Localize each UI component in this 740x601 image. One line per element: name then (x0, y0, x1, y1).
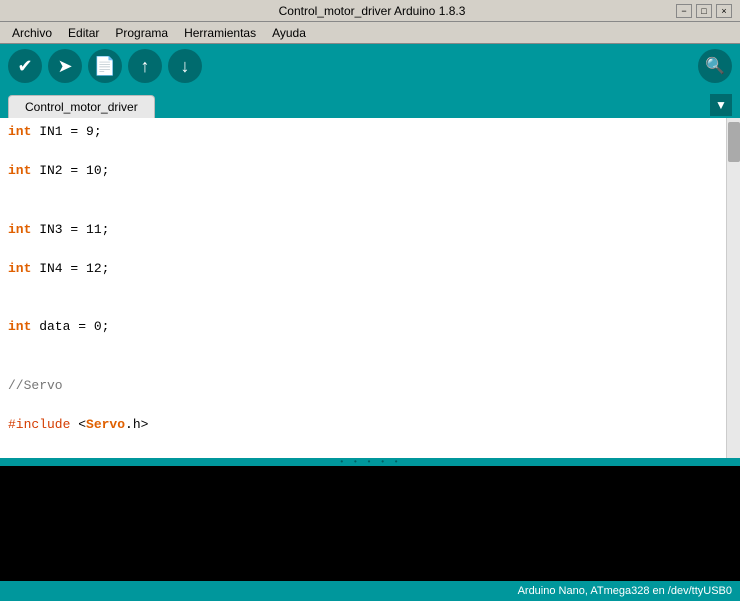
menu-herramientas[interactable]: Herramientas (176, 24, 264, 42)
tab-bar: Control_motor_driver ▼ (0, 88, 740, 118)
upload-button[interactable]: ➤ (48, 49, 82, 83)
status-bar: Arduino Nano, ATmega328 en /dev/ttyUSB0 (0, 581, 740, 601)
new-button[interactable]: 📄 (88, 49, 122, 83)
editor-wrapper: int IN1 = 9; int IN2 = 10; int IN3 = 11;… (0, 118, 740, 458)
title-bar: Control_motor_driver Arduino 1.8.3 − □ × (0, 0, 740, 22)
code-editor[interactable]: int IN1 = 9; int IN2 = 10; int IN3 = 11;… (0, 118, 726, 458)
verify-button[interactable]: ✔ (8, 49, 42, 83)
menu-ayuda[interactable]: Ayuda (264, 24, 314, 42)
tab-dropdown-button[interactable]: ▼ (710, 94, 732, 116)
editor-console-divider[interactable]: • • • • • (0, 458, 740, 466)
open-button[interactable]: ↑ (128, 49, 162, 83)
window-title: Control_motor_driver Arduino 1.8.3 (68, 4, 676, 18)
save-button[interactable]: ↓ (168, 49, 202, 83)
serial-monitor-button[interactable]: 🔍 (698, 49, 732, 83)
console-area (0, 466, 740, 581)
status-text: Arduino Nano, ATmega328 en /dev/ttyUSB0 (518, 585, 732, 597)
window-controls: − □ × (676, 4, 732, 18)
menu-programa[interactable]: Programa (107, 24, 176, 42)
toolbar-right: 🔍 (698, 49, 732, 83)
menu-archivo[interactable]: Archivo (4, 24, 60, 42)
tab-control-motor-driver[interactable]: Control_motor_driver (8, 95, 155, 118)
menu-bar: Archivo Editar Programa Herramientas Ayu… (0, 22, 740, 44)
close-button[interactable]: × (716, 4, 732, 18)
editor-scrollbar[interactable] (726, 118, 740, 458)
maximize-button[interactable]: □ (696, 4, 712, 18)
toolbar: ✔ ➤ 📄 ↑ ↓ 🔍 (0, 44, 740, 88)
divider-dots: • • • • • (339, 458, 400, 467)
menu-editar[interactable]: Editar (60, 24, 107, 42)
scrollbar-thumb (728, 122, 740, 162)
minimize-button[interactable]: − (676, 4, 692, 18)
